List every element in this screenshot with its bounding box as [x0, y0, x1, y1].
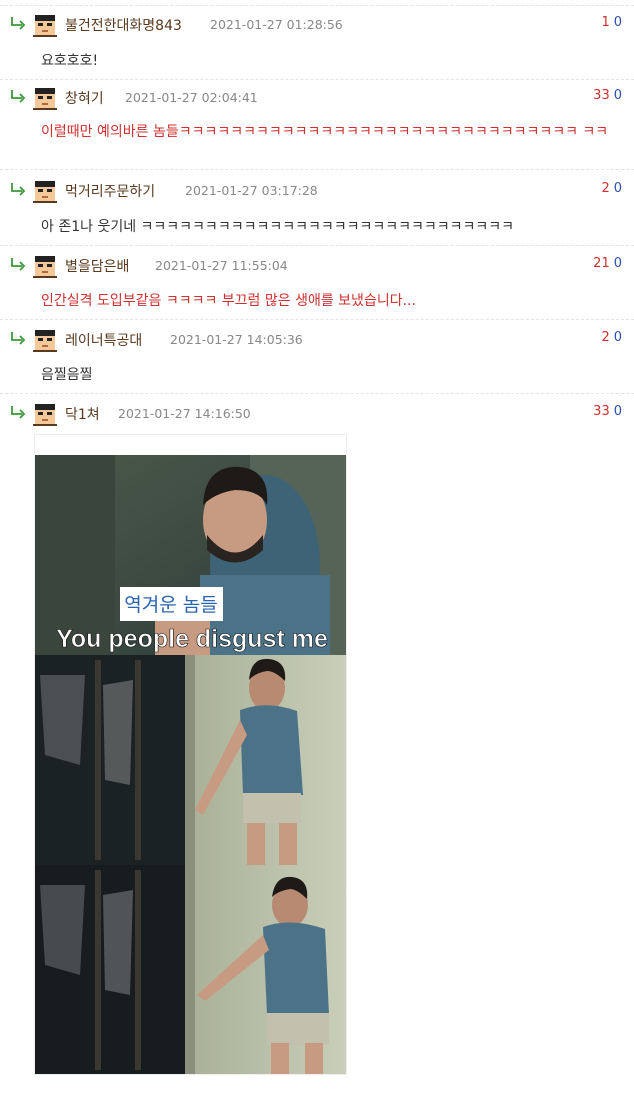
comment-nickname[interactable]: 불건전한대화명843: [65, 15, 182, 35]
comment-votes: 33 0: [593, 404, 622, 419]
comment-text: 아 존1나 웃기네 ㅋㅋㅋㅋㅋㅋㅋㅋㅋㅋㅋㅋㅋㅋㅋㅋㅋㅋㅋㅋㅋㅋㅋㅋㅋㅋㅋㅋㅋ: [41, 219, 515, 235]
comment-text: 음찔음찔: [41, 367, 93, 383]
reply-arrow-icon: [11, 183, 26, 196]
downvote-count[interactable]: 0: [614, 330, 622, 345]
downvote-count[interactable]: 0: [614, 404, 622, 419]
comment: 창혀기 2021-01-27 02:04:41 33 0 이럴때만 예의바른 놈들…: [0, 79, 634, 170]
reply-arrow-icon: [11, 258, 26, 271]
comment-image[interactable]: 역겨운 놈들 You people disgust me: [34, 434, 347, 1075]
upvote-count[interactable]: 33: [593, 404, 610, 419]
comment-header: 창혀기 2021-01-27 02:04:41 33 0: [0, 79, 634, 111]
avatar: [33, 330, 57, 352]
comment-header: 닥1쳐 2021-01-27 14:16:50 33 0: [0, 395, 634, 427]
comment-votes: 20: [601, 181, 622, 196]
downvote-count[interactable]: 0: [614, 256, 622, 271]
upvote-count[interactable]: 33: [593, 88, 610, 103]
comment-nickname[interactable]: 닥1쳐: [65, 404, 100, 424]
reply-arrow-icon: [11, 406, 26, 419]
upvote-count[interactable]: 21: [593, 256, 610, 271]
avatar: [33, 15, 57, 37]
comment-timestamp: 2021-01-27 14:16:50: [118, 406, 251, 421]
upvote-count[interactable]: 1: [601, 15, 609, 30]
avatar: [33, 256, 57, 278]
comment: 먹거리주문하기 2021-01-27 03:17:28 20 아 존1나 웃기네…: [0, 172, 634, 246]
comment-text: 인간실격 도입부같음 ㅋㅋㅋㅋ 부끄럼 많은 생애를 보냈습니다...: [41, 293, 416, 309]
comment-text: 이럴때만 예의바른 놈들ㅋㅋㅋㅋㅋㅋㅋㅋㅋㅋㅋㅋㅋㅋㅋㅋㅋㅋㅋㅋㅋㅋㅋㅋㅋㅋㅋㅋ…: [41, 124, 609, 140]
comment-timestamp: 2021-01-27 03:17:28: [185, 183, 318, 198]
comment: 레이너특공대 2021-01-27 14:05:36 20 음찔음찔: [0, 321, 634, 394]
comment-header: 불건전한대화명843 2021-01-27 01:28:56 10: [0, 6, 634, 38]
upvote-count[interactable]: 2: [601, 330, 609, 345]
comment: 불건전한대화명843 2021-01-27 01:28:56 10 요호호호!: [0, 5, 634, 80]
meme-caption-english: You people disgust me: [56, 625, 328, 653]
comment-header: 먹거리주문하기 2021-01-27 03:17:28 20: [0, 172, 634, 204]
comment-timestamp: 2021-01-27 02:04:41: [125, 90, 258, 105]
upvote-count[interactable]: 2: [601, 181, 609, 196]
reply-arrow-icon: [11, 332, 26, 345]
comment-nickname[interactable]: 레이너특공대: [65, 330, 142, 350]
downvote-count[interactable]: 0: [614, 15, 622, 30]
comment-timestamp: 2021-01-27 11:55:04: [155, 258, 288, 273]
comment-header: 별을담은배 2021-01-27 11:55:04 21 0: [0, 247, 634, 279]
comment-votes: 20: [601, 330, 622, 345]
avatar: [33, 88, 57, 110]
downvote-count[interactable]: 0: [614, 88, 622, 103]
avatar: [33, 181, 57, 203]
comment: 별을담은배 2021-01-27 11:55:04 21 0 인간실격 도입부같음…: [0, 247, 634, 320]
comment-votes: 21 0: [593, 256, 622, 271]
comment-timestamp: 2021-01-27 01:28:56: [210, 17, 343, 32]
comment-nickname[interactable]: 먹거리주문하기: [65, 181, 155, 201]
comment-votes: 33 0: [593, 88, 622, 103]
comment-header: 레이너특공대 2021-01-27 14:05:36 20: [0, 321, 634, 353]
comment-nickname[interactable]: 창혀기: [65, 88, 104, 108]
meme-caption-korean: 역겨운 놈들: [124, 594, 217, 616]
avatar: [33, 404, 57, 426]
comment-votes: 10: [601, 15, 622, 30]
comment-nickname[interactable]: 별을담은배: [65, 256, 129, 276]
reply-arrow-icon: [11, 17, 26, 30]
reply-arrow-icon: [11, 90, 26, 103]
downvote-count[interactable]: 0: [614, 181, 622, 196]
comment-timestamp: 2021-01-27 14:05:36: [170, 332, 303, 347]
comment-text: 요호호호!: [41, 53, 99, 69]
meme-illustration: 역겨운 놈들 You people disgust me: [35, 435, 346, 1074]
